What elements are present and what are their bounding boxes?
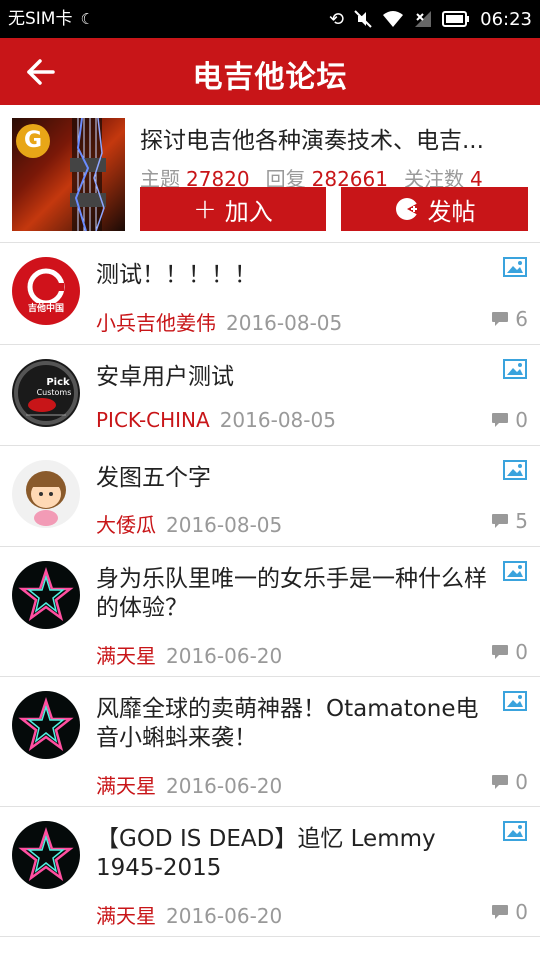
avatar (12, 821, 80, 889)
post-author[interactable]: 满天星 (96, 644, 156, 668)
forum-cover-image: G (12, 118, 125, 231)
post-item[interactable]: 【GOD IS DEAD】追忆 Lemmy 1945-2015 满天星 2016-… (0, 807, 540, 937)
comment-count: 6 (491, 307, 528, 331)
comment-icon (492, 645, 509, 659)
mute-icon (354, 10, 372, 28)
post-title: 测试！！！！！ (96, 262, 257, 288)
comment-icon (492, 775, 509, 789)
clock: 06:23 (480, 8, 532, 30)
carrier-label: 无SIM卡 (8, 9, 73, 29)
post-date: 2016-08-05 (219, 408, 336, 432)
post-meta: 小兵吉他姜伟 2016-08-05 (96, 307, 342, 336)
battery-icon (442, 11, 470, 27)
no-disturb-icon: ☾ (80, 10, 94, 28)
join-button[interactable]: + 加入 (140, 187, 326, 231)
post-item[interactable]: 身为乐队里唯一的女乐手是一种什么样的体验？ 满天星 2016-06-20 0 (0, 547, 540, 677)
compose-icon (395, 198, 418, 220)
post-author[interactable]: 小兵吉他姜伟 (96, 311, 216, 335)
post-date: 2016-08-05 (166, 513, 283, 537)
post-title: 【GOD IS DEAD】追忆 Lemmy 1945-2015 (96, 826, 436, 881)
comment-icon (492, 413, 509, 427)
forum-info-panel: G 探讨电吉他各种演奏技术、电吉... 主题 27820 回复 282661 关注数 4 … (0, 105, 540, 243)
sync-icon: ⟲ (329, 8, 345, 30)
post-meta: 满天星 2016-06-20 (96, 900, 282, 929)
post-item[interactable]: 发图五个字 大倭瓜 2016-08-05 5 (0, 446, 540, 547)
post-item[interactable]: Pick Customs 安卓用户测试 PICK-CHINA 2016-08-05… (0, 345, 540, 446)
post-meta: 大倭瓜 2016-08-05 (96, 509, 282, 538)
plus-icon: + (193, 192, 217, 225)
image-attachment-icon (503, 691, 527, 711)
post-item[interactable]: 风靡全球的卖萌神器！Otamatone电音小蝌蚪来袭！ 满天星 2016-06-2… (0, 677, 540, 807)
post-author[interactable]: PICK-CHINA (96, 408, 210, 432)
image-attachment-icon (503, 561, 527, 581)
post-date: 2016-06-20 (166, 644, 283, 668)
post-title: 发图五个字 (96, 465, 211, 491)
comment-icon (492, 514, 509, 528)
avatar: Pick Customs (12, 359, 80, 427)
avatar: 吉他中国 (12, 257, 80, 325)
comment-count: 5 (491, 509, 528, 533)
post-meta: 满天星 2016-06-20 (96, 770, 282, 799)
comment-count: 0 (491, 770, 528, 794)
avatar (12, 460, 80, 528)
post-author[interactable]: 满天星 (96, 774, 156, 798)
forum-description: 探讨电吉他各种演奏技术、电吉... (140, 128, 484, 154)
image-attachment-icon (503, 359, 527, 379)
svg-text:吉他中国: 吉他中国 (28, 302, 64, 314)
avatar (12, 691, 80, 759)
svg-text:Pick: Pick (46, 377, 70, 388)
post-title: 身为乐队里唯一的女乐手是一种什么样的体验？ (96, 566, 487, 621)
comment-number: 5 (515, 509, 528, 533)
post-meta: 满天星 2016-06-20 (96, 640, 282, 669)
post-item[interactable]: 吉他中国 测试！！！！！ 小兵吉他姜伟 2016-08-05 6 (0, 243, 540, 345)
image-attachment-icon (503, 257, 527, 277)
comment-number: 0 (515, 408, 528, 432)
post-title: 风靡全球的卖萌神器！Otamatone电音小蝌蚪来袭！ (96, 696, 479, 751)
svg-text:Customs: Customs (37, 388, 72, 397)
image-attachment-icon (503, 460, 527, 480)
post-date: 2016-08-05 (226, 311, 343, 335)
post-meta: PICK-CHINA 2016-08-05 (96, 408, 336, 432)
comment-count: 0 (491, 408, 528, 432)
wifi-icon (383, 11, 404, 27)
post-label: 发帖 (427, 197, 476, 226)
join-label: 加入 (224, 197, 273, 226)
post-date: 2016-06-20 (166, 904, 283, 928)
post-author[interactable]: 满天星 (96, 904, 156, 928)
new-post-button[interactable]: 发帖 (341, 187, 528, 231)
comment-icon (492, 312, 509, 326)
post-title: 安卓用户测试 (96, 364, 234, 390)
image-attachment-icon (503, 821, 527, 841)
app-header: 电吉他论坛 (0, 38, 540, 105)
post-date: 2016-06-20 (166, 774, 283, 798)
comment-number: 0 (515, 640, 528, 664)
comment-number: 0 (515, 900, 528, 924)
comment-count: 0 (491, 640, 528, 664)
page-title: 电吉他论坛 (192, 60, 348, 95)
post-author[interactable]: 大倭瓜 (96, 513, 156, 537)
avatar (12, 561, 80, 629)
comment-icon (492, 905, 509, 919)
post-list: 吉他中国 测试！！！！！ 小兵吉他姜伟 2016-08-05 6 Pick Cus… (0, 243, 540, 937)
signal-icon (415, 11, 432, 27)
comment-count: 0 (491, 900, 528, 924)
status-bar: 无SIM卡 ☾ ⟲ 06:23 (0, 0, 540, 38)
comment-number: 6 (515, 307, 528, 331)
comment-number: 0 (515, 770, 528, 794)
